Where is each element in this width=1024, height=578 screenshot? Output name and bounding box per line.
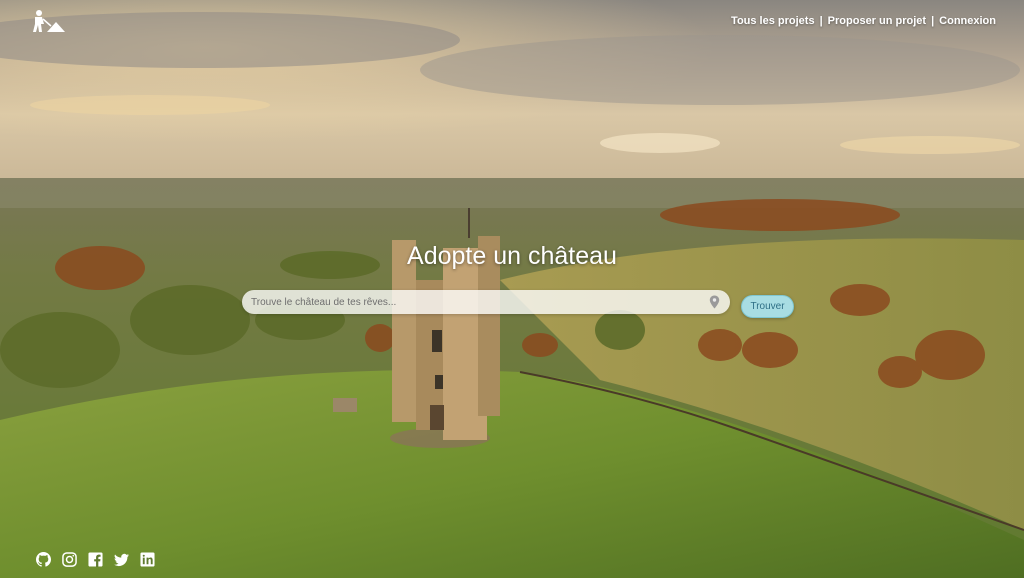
top-nav: Tous les projets | Proposer un projet | …: [731, 14, 996, 28]
search-input[interactable]: [242, 290, 701, 314]
search-bar: [242, 290, 730, 314]
map-pin-icon[interactable]: [709, 295, 720, 309]
instagram-icon[interactable]: [62, 552, 77, 567]
hero-background-image: [0, 0, 1024, 578]
nav-link-login[interactable]: Connexion: [939, 15, 996, 27]
facebook-icon[interactable]: [88, 552, 103, 567]
social-links: [36, 552, 155, 567]
nav-link-propose-project[interactable]: Proposer un projet: [828, 15, 926, 27]
nav-separator: |: [819, 15, 823, 27]
hero-title: Adopte un château: [407, 242, 617, 270]
github-icon[interactable]: [36, 552, 51, 567]
twitter-icon[interactable]: [114, 552, 129, 567]
nav-separator: |: [931, 15, 935, 27]
nav-link-all-projects[interactable]: Tous les projets: [731, 15, 815, 27]
search-button[interactable]: Trouver: [741, 295, 794, 318]
linkedin-icon[interactable]: [140, 552, 155, 567]
worker-shovel-icon[interactable]: [29, 9, 65, 33]
